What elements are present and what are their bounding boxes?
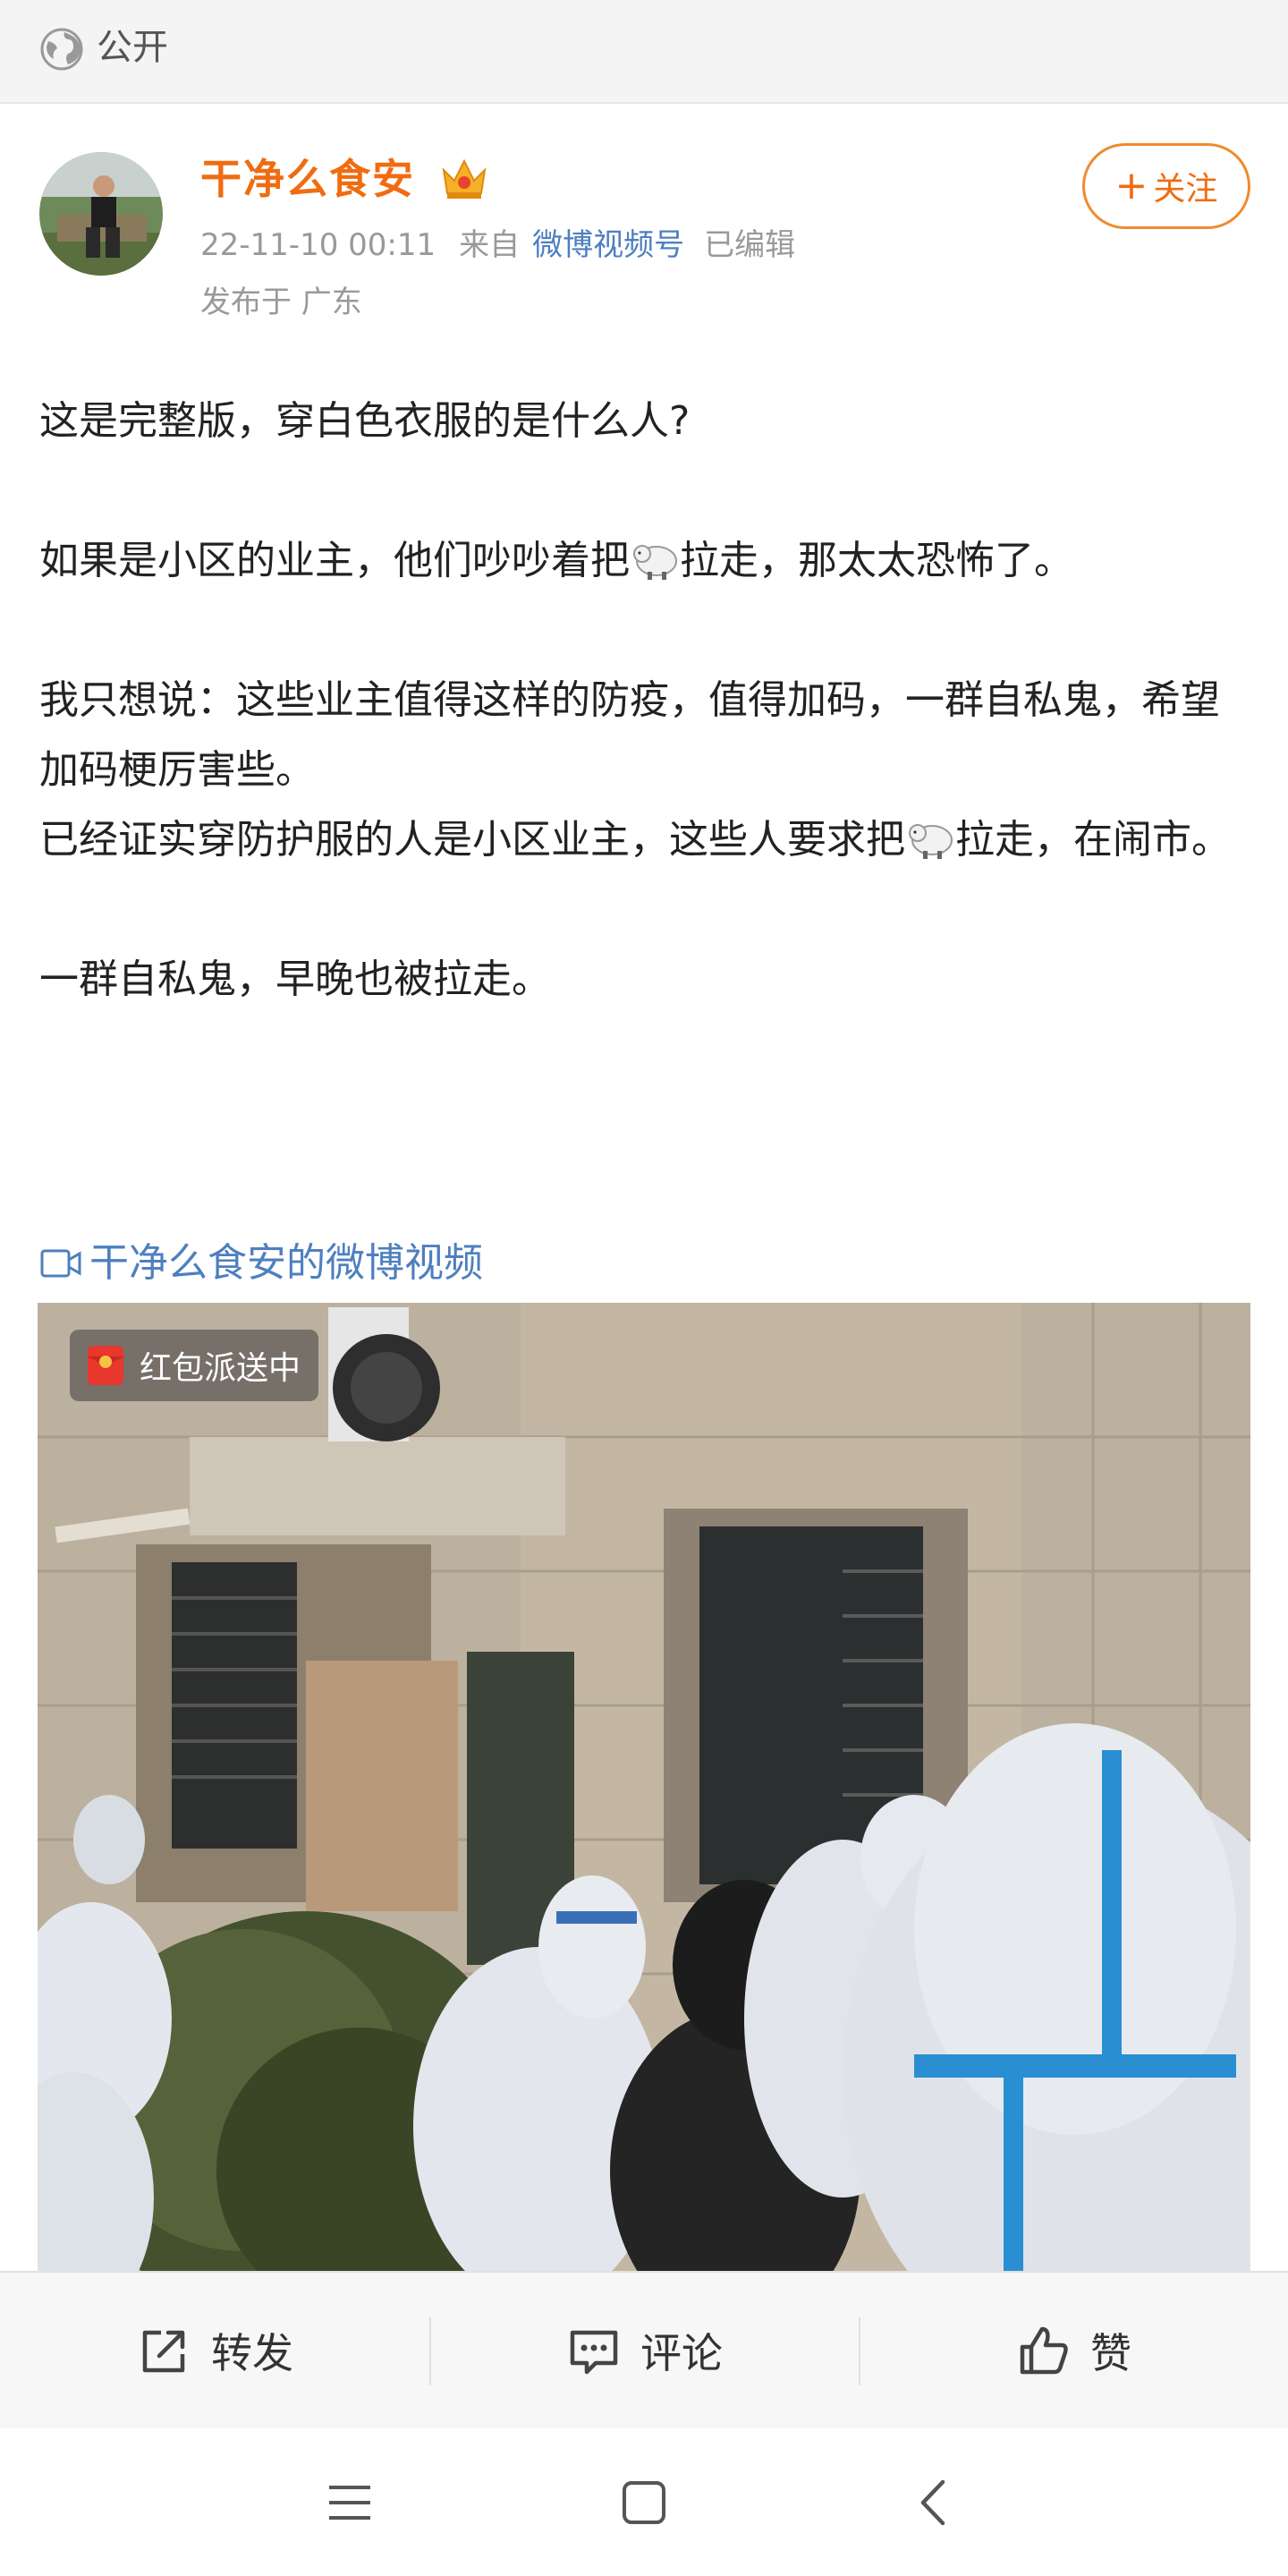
post-timestamp: 22-11-10 00:11 <box>200 227 436 263</box>
post-location: 发布于 广东 <box>200 285 362 320</box>
source-prefix: 来自 <box>459 227 521 263</box>
repost-label: 转发 <box>211 2329 293 2377</box>
video-link[interactable]: 干净么食安的微博视频 <box>39 1237 483 1290</box>
post-meta: 22-11-10 00:11 来自 微博视频号 已编辑 <box>200 225 795 265</box>
red-packet-label: 红包派送中 <box>140 1350 301 1387</box>
follow-label: 关注 <box>1153 171 1218 208</box>
red-packet-badge[interactable]: 红包派送中 <box>70 1330 319 1401</box>
comment-icon <box>570 2330 618 2375</box>
globe-icon <box>40 28 83 71</box>
avatar[interactable] <box>39 152 163 276</box>
video-link-label: 干净么食安的微博视频 <box>89 1240 483 1286</box>
post-line: 我只想说：这些业主值得这样的防疫，值得加码，一群自私鬼，希望加码梗厉害些。 <box>39 677 1220 793</box>
visibility-label: 公开 <box>97 27 168 68</box>
edited-label: 已编辑 <box>704 227 796 263</box>
repost-button[interactable]: 转发 <box>0 2273 429 2428</box>
menu-icon[interactable] <box>318 2471 381 2534</box>
visibility-bar: 公开 <box>0 0 1288 104</box>
like-button[interactable]: 赞 <box>859 2273 1288 2428</box>
plus-icon: + <box>1114 163 1148 208</box>
post-header: 干净么食安 22-11-10 00:11 来自 微博视频号 已编辑 发布于 广东 + … <box>0 106 1288 329</box>
post-line: 如果是小区的业主，他们吵吵着把 拉走，那太太恐怖了。 <box>39 538 1073 583</box>
thumbs-up-icon <box>1020 2326 1068 2375</box>
comment-button[interactable]: 评论 <box>429 2273 859 2428</box>
like-label: 赞 <box>1090 2329 1131 2377</box>
post-body: 这是完整版，穿白色衣服的是什么人? 如果是小区的业主，他们吵吵着把 拉走，那太太恐… <box>39 387 1256 1015</box>
back-icon[interactable] <box>903 2471 966 2534</box>
post-line: 这是完整版，穿白色衣服的是什么人? <box>39 398 691 444</box>
sheep-emoji-icon <box>633 545 677 580</box>
share-icon <box>142 2330 185 2373</box>
comment-label: 评论 <box>640 2329 723 2377</box>
post-line: 一群自私鬼，早晚也被拉走。 <box>39 956 551 1002</box>
red-envelope-icon <box>88 1346 123 1385</box>
source-link[interactable]: 微博视频号 <box>532 227 684 263</box>
author-name[interactable]: 干净么食安 <box>200 152 415 206</box>
home-icon[interactable] <box>613 2471 675 2534</box>
crown-icon <box>442 158 487 199</box>
video-player[interactable]: 红包派送中 <box>38 1303 1250 2271</box>
post-line: 已经证实穿防护服的人是小区业主，这些人要求把 拉走，在闹市。 <box>39 817 1231 863</box>
follow-button[interactable]: + 关注 <box>1082 143 1250 229</box>
video-thumbnail <box>38 1303 1250 2271</box>
video-camera-icon <box>40 1249 81 1278</box>
action-bar: 转发 评论 赞 <box>0 2271 1288 2428</box>
sheep-emoji-icon <box>909 824 953 859</box>
system-nav-bar <box>0 2428 1288 2576</box>
